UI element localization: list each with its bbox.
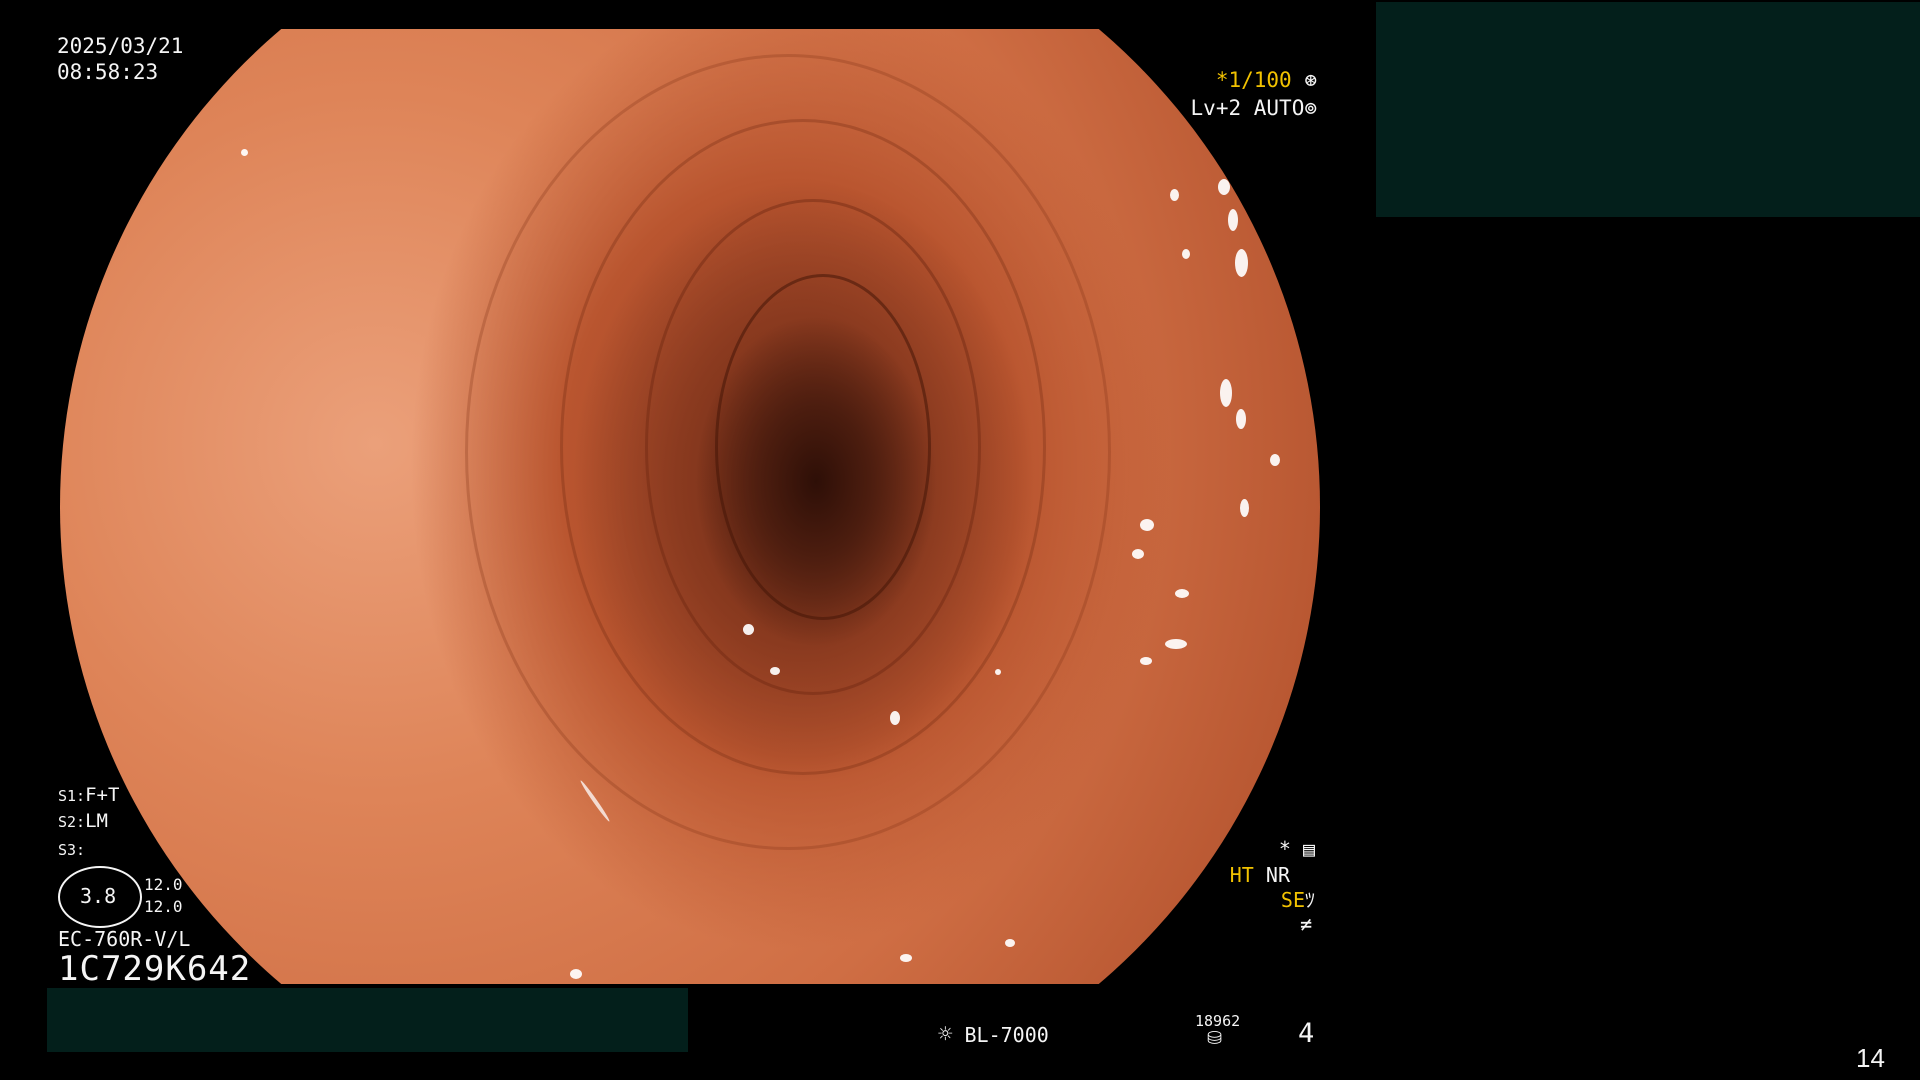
- processing-ht: HT: [1229, 863, 1254, 887]
- light-reflection: [1182, 249, 1190, 259]
- freeze-icon: ≠: [1299, 912, 1312, 936]
- light-reflection: [241, 149, 248, 156]
- setting-s2: S2:LM: [58, 812, 108, 831]
- endoscope-view: [60, 29, 1320, 984]
- light-reflection: [1005, 939, 1015, 947]
- brightness-icon: ﾂ: [1305, 888, 1315, 912]
- light-reflection: [1140, 519, 1154, 531]
- mucosal-fold: [715, 274, 931, 620]
- scope-dial-upper: 12.0: [144, 875, 183, 894]
- light-reflection: [890, 711, 900, 725]
- exposure-mode: AUTO: [1253, 96, 1305, 120]
- scope-serial: 1C729K642: [58, 949, 252, 989]
- page-number: 14: [1856, 1043, 1885, 1073]
- redacted-patient-info: [1376, 2, 1920, 217]
- setting-s3: S3:: [58, 840, 85, 859]
- capture-time: 08:58:23: [57, 60, 159, 84]
- light-reflection: [1170, 189, 1179, 201]
- shutter-marker: *: [1215, 68, 1229, 92]
- light-reflection: [1218, 179, 1230, 195]
- exposure-readout: Lv+2 AUTO⊚: [1191, 98, 1317, 119]
- light-reflection: [770, 667, 780, 675]
- light-reflection: [900, 954, 912, 962]
- setting-s1-label: S1:: [58, 787, 86, 805]
- processing-ht-nr: HT NR: [1230, 865, 1290, 885]
- mode-icon: ▤: [1302, 837, 1315, 861]
- light-reflection: [1270, 454, 1280, 466]
- setting-s1-value: F+T: [85, 784, 120, 806]
- processing-nr: NR: [1265, 863, 1290, 887]
- setting-s1: S1:F+T: [58, 786, 119, 805]
- storage-icon: ⛁: [1207, 1028, 1223, 1049]
- exposure-icon: ⊚: [1304, 96, 1317, 120]
- storage-counter: 18962: [1195, 1012, 1241, 1030]
- light-reflection: [1165, 639, 1187, 649]
- aperture-icon: ⊛: [1304, 68, 1317, 92]
- light-reflection: [1228, 209, 1238, 231]
- colon-lumen-image: [60, 29, 1320, 984]
- scope-dial-value: 3.8: [80, 884, 117, 908]
- redacted-comment-area: [47, 988, 688, 1052]
- light-reflection: [1132, 549, 1144, 559]
- light-reflection: [1175, 589, 1189, 598]
- light-reflection: [1220, 379, 1232, 407]
- capture-count: 4: [1298, 1018, 1315, 1049]
- light-reflection: [1140, 657, 1152, 665]
- exposure-level: Lv+2: [1190, 96, 1242, 120]
- setting-s3-label: S3:: [58, 841, 86, 859]
- light-source-name: BL-7000: [964, 1023, 1049, 1047]
- processing-star-marker: *: [1278, 837, 1291, 861]
- scope-dial-lower: 12.0: [144, 897, 183, 916]
- lamp-icon: ☼: [938, 1020, 953, 1048]
- light-reflection: [1240, 499, 1249, 517]
- shutter-speed: 1/100: [1228, 68, 1292, 92]
- light-source: ☼ BL-7000: [938, 1022, 1049, 1046]
- capture-date: 2025/03/21: [57, 34, 184, 58]
- processing-star: * ▤: [1279, 839, 1315, 859]
- light-reflection: [743, 624, 754, 635]
- light-reflection: [1235, 249, 1248, 277]
- processing-se-label: SE: [1280, 888, 1305, 912]
- light-reflection: [570, 969, 582, 979]
- shutter-readout: *1/100 ⊛: [1216, 70, 1317, 91]
- light-reflection: [579, 779, 611, 823]
- endoscopy-screen: 2025/03/21 08:58:23 *1/100 ⊛ Lv+2 AUTO⊚ …: [0, 0, 1920, 1080]
- processing-se: SEﾂ: [1281, 890, 1315, 910]
- setting-s2-label: S2:: [58, 813, 86, 831]
- scope-model: EC-760R-V/L: [58, 927, 191, 951]
- setting-s2-value: LM: [85, 810, 108, 832]
- light-reflection: [1236, 409, 1246, 429]
- light-reflection: [995, 669, 1001, 675]
